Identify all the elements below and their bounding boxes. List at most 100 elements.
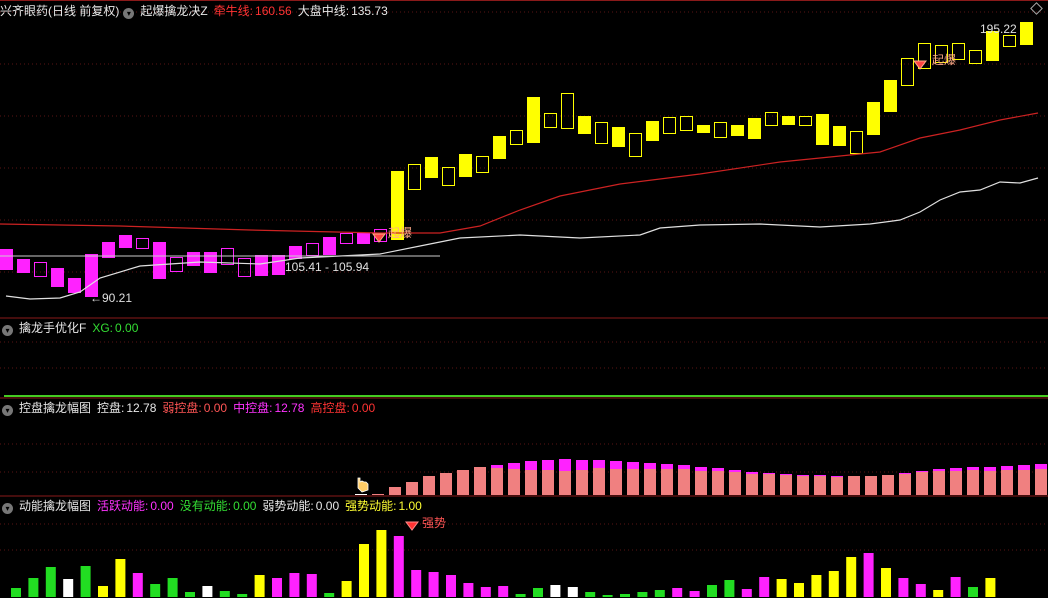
candle bbox=[901, 58, 914, 86]
kp-bar bbox=[542, 470, 554, 495]
momentum-bar bbox=[724, 580, 735, 597]
candle bbox=[833, 126, 846, 146]
chevron-down-icon[interactable]: ▾ bbox=[2, 503, 13, 514]
momentum-bar bbox=[811, 575, 822, 597]
momentum-bar bbox=[498, 586, 509, 597]
signal-arrow-icon bbox=[405, 521, 419, 531]
candle bbox=[527, 97, 540, 143]
high-kp-label: 高控盘: bbox=[310, 401, 350, 415]
kp-bar-cap bbox=[576, 460, 588, 470]
kp-bar bbox=[593, 468, 605, 495]
strong-signal-label: 强势 bbox=[422, 516, 447, 530]
kp-bar-cap bbox=[797, 475, 809, 476]
candle bbox=[578, 116, 591, 134]
kp-bar-cap bbox=[746, 472, 758, 474]
high-kp-value: 0.00 bbox=[351, 401, 376, 415]
kp-bar bbox=[950, 471, 962, 495]
momentum-bar bbox=[550, 585, 561, 597]
momentum-bar bbox=[80, 566, 91, 597]
indicator-name[interactable]: 起爆擒龙决Z bbox=[140, 4, 207, 18]
candle bbox=[323, 237, 336, 255]
market-mid-line bbox=[5, 177, 1039, 300]
kp-bar bbox=[882, 475, 894, 495]
momentum-bar bbox=[428, 572, 439, 597]
kp-bar bbox=[678, 469, 690, 495]
panel2-indicator[interactable]: 擒龙手优化F bbox=[19, 321, 86, 335]
kp-bar-cap bbox=[1018, 465, 1030, 470]
panel4-indicator[interactable]: 动能擒龙幅图 bbox=[19, 499, 91, 513]
candle bbox=[459, 154, 472, 177]
panel3-indicator[interactable]: 控盘擒龙幅图 bbox=[19, 401, 91, 415]
kp-bar bbox=[967, 470, 979, 495]
weak-label: 弱势动能: bbox=[262, 499, 314, 513]
momentum-bar bbox=[985, 578, 996, 597]
momentum-bar bbox=[446, 575, 456, 597]
strong-label: 强势动能: bbox=[345, 499, 397, 513]
momentum-bar bbox=[898, 578, 909, 597]
kp-bar bbox=[763, 474, 775, 495]
kp-bar bbox=[984, 471, 996, 495]
kp-bar-cap bbox=[780, 474, 792, 475]
candle bbox=[561, 93, 574, 129]
chevron-down-icon[interactable]: ▾ bbox=[2, 325, 13, 336]
kp-bar bbox=[440, 473, 452, 495]
kp-bar bbox=[1018, 470, 1030, 495]
candle bbox=[408, 164, 421, 190]
candle bbox=[102, 242, 115, 258]
kp-bar bbox=[661, 469, 673, 495]
candle bbox=[595, 122, 608, 144]
momentum-bar bbox=[585, 592, 596, 597]
momentum-bar bbox=[306, 574, 317, 597]
momentum-bar bbox=[324, 593, 335, 597]
kp-bar-cap bbox=[525, 461, 537, 470]
panel3-header: ▾ 控盘擒龙幅图 控盘: 12.78 弱控盘: 0.00 中控盘: 12.78 高控盘: 0.00 bbox=[0, 400, 381, 416]
kp-bar-cap bbox=[712, 468, 724, 471]
candle bbox=[629, 133, 642, 157]
candle bbox=[34, 262, 47, 277]
momentum-bar bbox=[254, 575, 265, 597]
kp-label: 控盘: bbox=[97, 401, 125, 415]
mid-kp-value: 12.78 bbox=[274, 401, 305, 415]
kp-bar bbox=[559, 471, 571, 495]
momentum-bar bbox=[915, 584, 926, 597]
kp-bar-cap bbox=[491, 465, 503, 468]
stock-name[interactable]: 兴齐眼药(日线 前复权) bbox=[0, 4, 119, 18]
kp-bar-cap bbox=[933, 469, 945, 471]
kp-bar bbox=[695, 471, 707, 495]
kp-bar bbox=[457, 470, 469, 495]
chevron-down-icon[interactable]: ▾ bbox=[2, 405, 13, 416]
kp-bar-cap bbox=[729, 470, 741, 472]
momentum-bar bbox=[63, 579, 74, 597]
momentum-bar bbox=[846, 557, 857, 597]
momentum-bar bbox=[741, 589, 752, 597]
candle bbox=[119, 235, 132, 248]
kp-bar bbox=[355, 494, 367, 495]
kp-bar bbox=[610, 469, 622, 495]
signal-label-1: 起爆 bbox=[388, 226, 413, 240]
candle bbox=[238, 258, 251, 277]
candle bbox=[765, 112, 778, 126]
candle bbox=[255, 255, 268, 276]
line1-value: 160.56 bbox=[255, 4, 292, 18]
candle bbox=[136, 238, 149, 249]
kp-bar bbox=[644, 469, 656, 495]
kp-bar-cap bbox=[984, 467, 996, 471]
kp-bar bbox=[508, 469, 520, 495]
momentum-bar bbox=[567, 587, 578, 597]
kp-bar bbox=[916, 472, 928, 495]
candle bbox=[714, 122, 727, 138]
none-label: 没有动能: bbox=[179, 499, 232, 513]
chevron-down-icon[interactable]: ▾ bbox=[123, 8, 135, 19]
kp-bar-cap bbox=[627, 462, 639, 469]
candle bbox=[816, 114, 829, 145]
kp-bar bbox=[491, 468, 503, 495]
candle bbox=[1020, 22, 1033, 45]
kp-bar bbox=[389, 487, 401, 495]
weak-value: 0.00 bbox=[315, 499, 340, 513]
candle bbox=[799, 116, 812, 126]
main-panel-header: 兴齐眼药(日线 前复权) ▾ 起爆擒龙决Z 牵牛线: 160.56 大盘中线: 135.73 bbox=[0, 3, 394, 19]
momentum-bar bbox=[620, 594, 630, 597]
momentum-bar bbox=[359, 544, 369, 597]
kp-bar-cap bbox=[950, 468, 962, 471]
candle bbox=[17, 259, 30, 273]
